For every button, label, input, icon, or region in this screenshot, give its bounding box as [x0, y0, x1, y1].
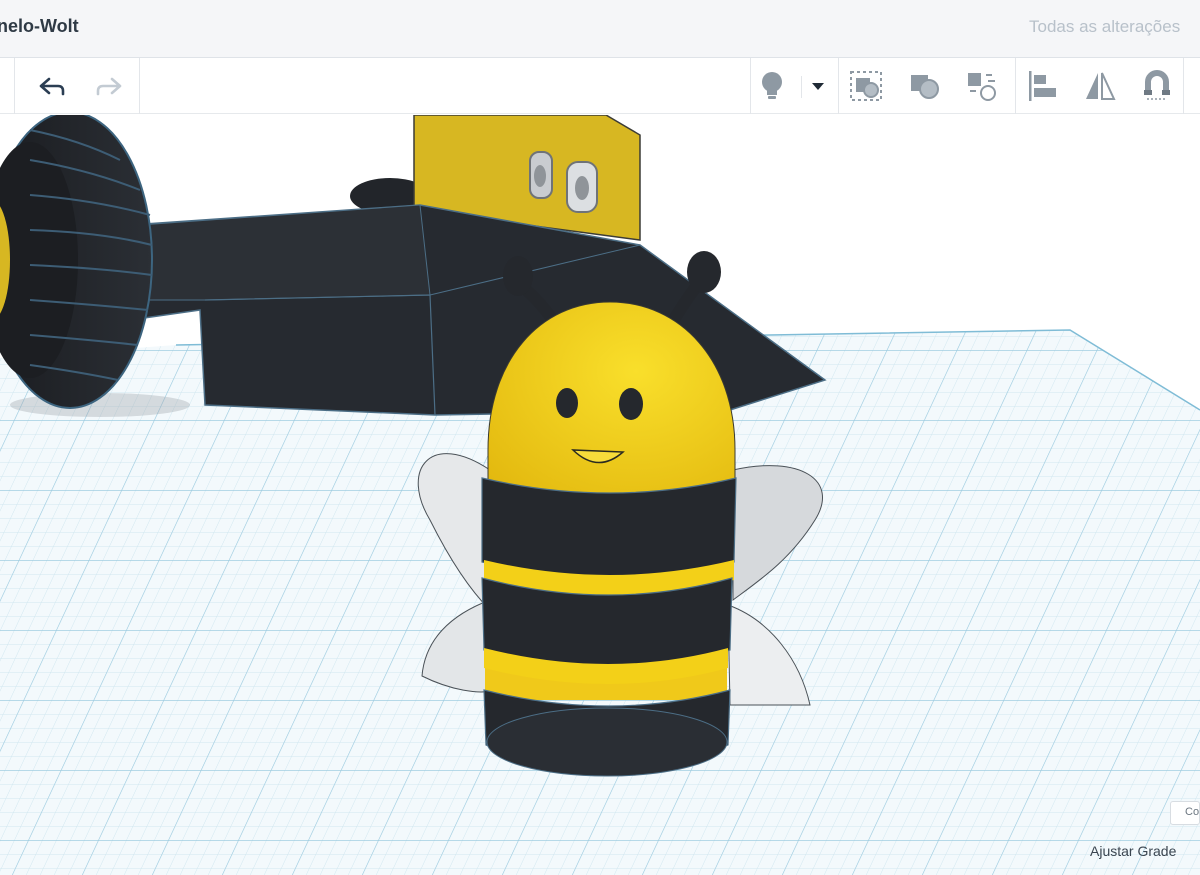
ungroup-icon	[911, 75, 939, 99]
fit-grid-button[interactable]: Ajustar Grade	[1090, 843, 1176, 859]
title-bar: nelo-Wolt Todas as alterações	[0, 0, 1200, 58]
cruise-button[interactable]	[1137, 66, 1177, 106]
notes-dropdown-button[interactable]	[800, 66, 836, 106]
group-icon	[850, 71, 882, 101]
ungroup-button[interactable]	[905, 66, 945, 106]
magnet-icon	[1144, 70, 1170, 100]
redo-icon	[96, 77, 122, 96]
group-button[interactable]	[846, 66, 886, 106]
toolbar-divider	[139, 58, 140, 114]
corner-chip[interactable]: Co	[1170, 801, 1200, 825]
toolbar-divider	[1183, 58, 1184, 114]
workplane-scene	[0, 115, 1200, 875]
undo-button[interactable]	[32, 66, 72, 106]
toolbar-divider	[14, 58, 15, 114]
ungroup-icon	[968, 73, 996, 101]
mirror-icon	[1086, 72, 1116, 100]
notes-button[interactable]	[752, 66, 792, 106]
undo-icon	[39, 77, 65, 96]
save-status: Todas as alterações	[1029, 17, 1181, 36]
toolbar-divider	[1015, 58, 1016, 114]
duplicate-button[interactable]	[962, 66, 1002, 106]
align-button[interactable]	[1022, 66, 1062, 106]
project-name[interactable]: nelo-Wolt	[0, 16, 79, 37]
redo-button[interactable]	[89, 66, 129, 106]
align-icon	[1029, 71, 1056, 101]
toolbar-divider	[750, 58, 751, 114]
3d-viewport[interactable]	[0, 115, 1200, 875]
mirror-button[interactable]	[1080, 66, 1120, 106]
lightbulb-icon	[762, 72, 782, 99]
toolbar	[0, 58, 1200, 114]
toolbar-divider	[838, 58, 839, 114]
caret-down-icon	[812, 83, 824, 90]
